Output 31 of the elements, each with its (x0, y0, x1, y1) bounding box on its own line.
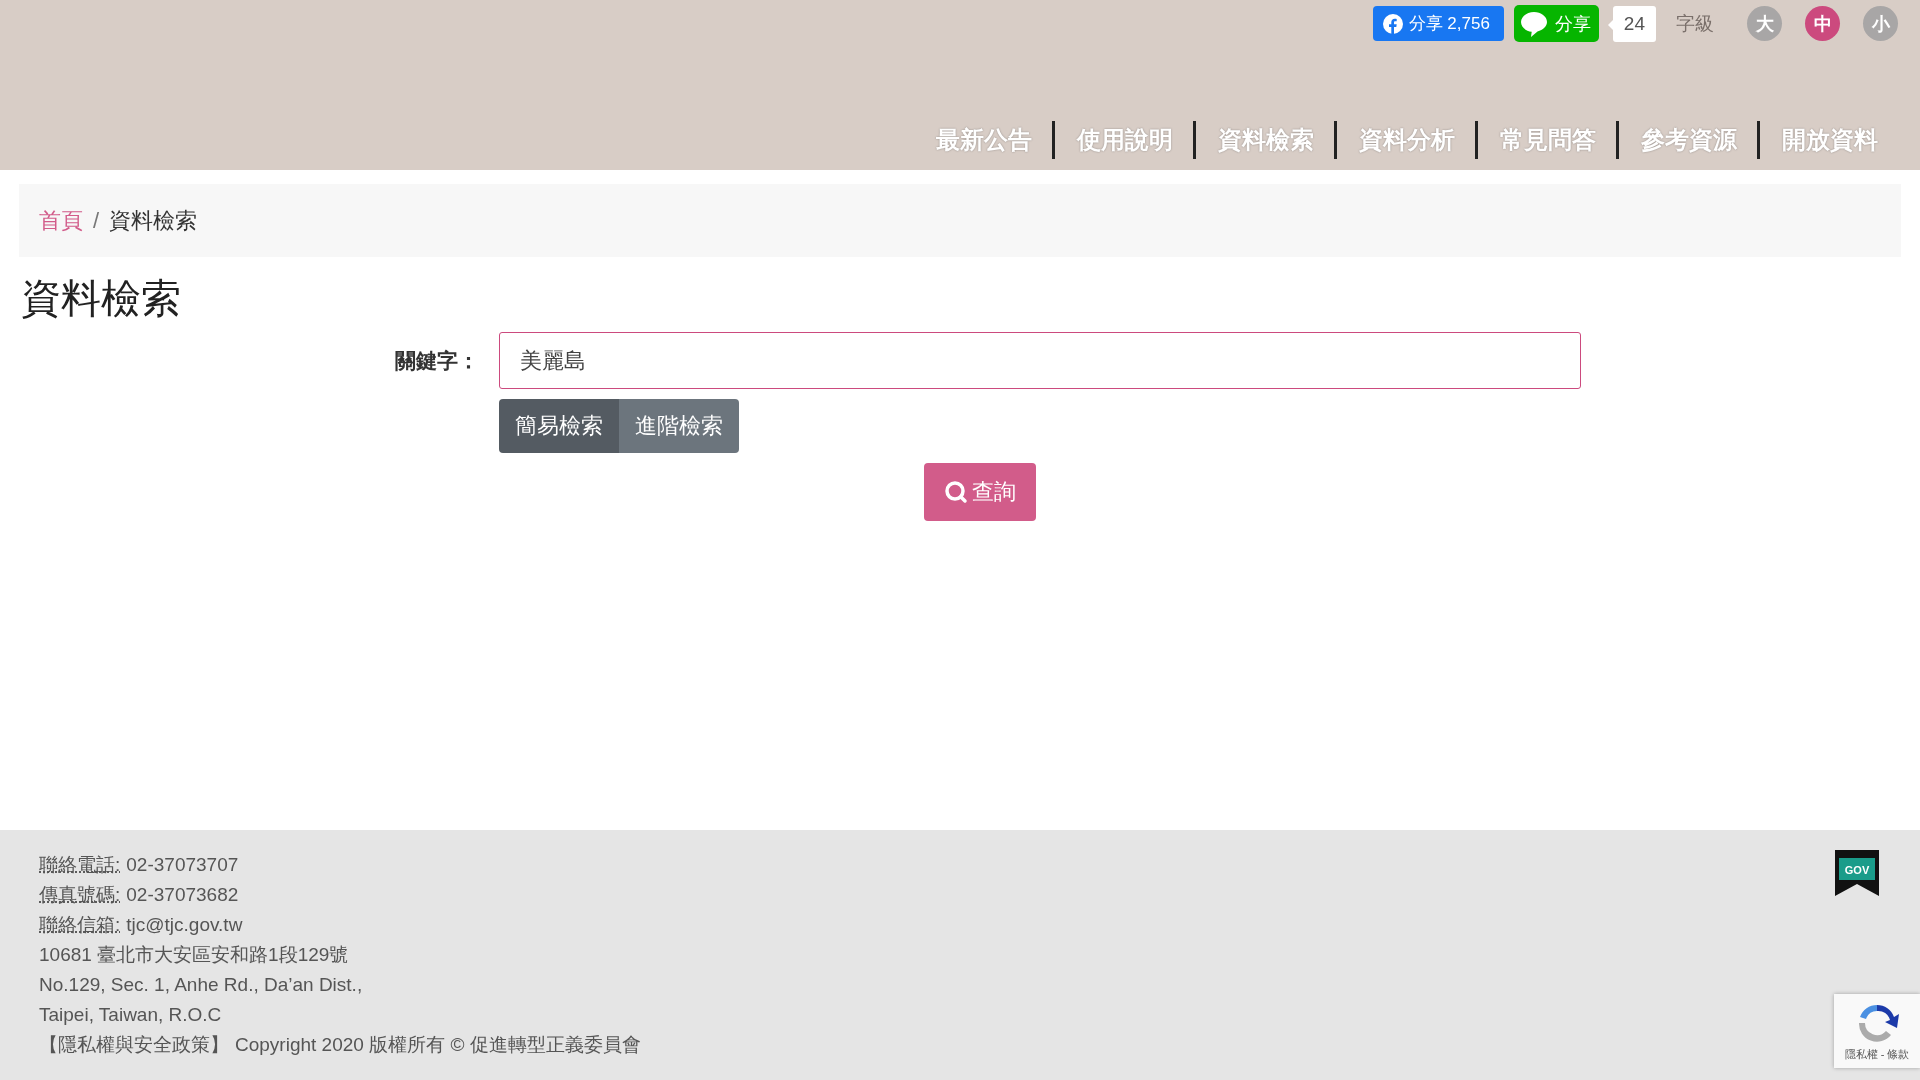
facebook-share-button[interactable]: 分享 2,756 (1372, 6, 1504, 41)
contact-label: 聯絡電話: (39, 853, 121, 877)
page-title: 資料檢索 (21, 275, 182, 322)
font-size-button[interactable]: 大 (1747, 6, 1782, 41)
address-line: 10681 臺北市大安區安和路1段129號 (39, 943, 350, 967)
contact-value: tjc@tjc.gov.tw (126, 913, 243, 937)
keyword-label: 關鍵字： (395, 347, 480, 374)
address-line: No.129, Sec. 1, Anhe Rd., Da’an Dist., (39, 973, 364, 997)
contact-value: 02-37073707 (126, 853, 239, 877)
breadcrumb-link[interactable]: 首頁 (39, 205, 83, 236)
contact-value: 02-37073682 (126, 883, 239, 907)
search-mode-tab[interactable]: 進階檢索 (619, 399, 739, 453)
address-line: Taipei, Taiwan, R.O.C (39, 1003, 223, 1027)
facebook-icon (1382, 13, 1403, 34)
line-share-button[interactable]: 分享 (1513, 5, 1599, 42)
search-mode-tab[interactable]: 簡易檢索 (499, 399, 619, 453)
breadcrumb-separator: / (93, 207, 100, 234)
search-button[interactable]: 查詢 (924, 463, 1036, 521)
current-page-label: 資料檢索 (109, 206, 198, 235)
font-size-button[interactable]: 小 (1863, 6, 1898, 41)
font-size-label: 字級 (1676, 11, 1714, 36)
search-icon (944, 480, 968, 504)
recaptcha-terms-link[interactable]: 隱私權 - 條款 (1844, 1046, 1910, 1062)
contact-label: 傳真號碼: (39, 883, 121, 907)
gov-badge[interactable]: GOV (1835, 850, 1879, 896)
font-size-button[interactable]: 中 (1805, 6, 1840, 41)
speech-bubble-icon (1518, 9, 1549, 38)
keyword-input[interactable]: 美麗島 (499, 332, 1581, 389)
contact-label: 聯絡信箱: (39, 913, 121, 937)
privacy-policy-link[interactable]: 【隱私權與安全政策】 (39, 1030, 229, 1060)
copyright-text: Copyright 2020 版權所有 © 促進轉型正義委員會 (235, 1033, 641, 1057)
